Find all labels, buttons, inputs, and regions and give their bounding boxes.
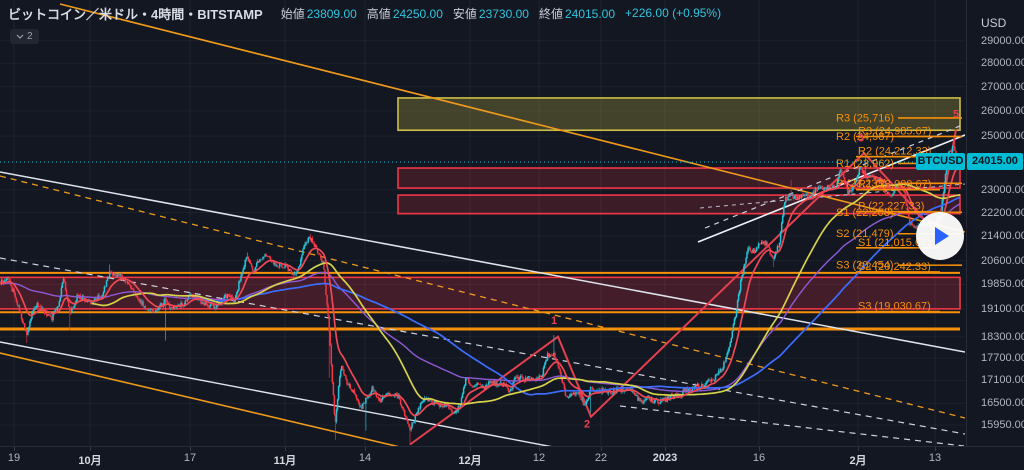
time-tick-label: 22	[595, 452, 607, 464]
wave-label-1: 1	[551, 315, 557, 327]
price-tick-label: 22200.00	[981, 207, 1024, 219]
time-tick-mark	[14, 447, 15, 451]
time-axis[interactable]: 19 10月 17 11月 14 12月 12 22 2023 16 2月 13	[0, 446, 1024, 470]
time-tick-mark	[665, 447, 666, 451]
time-tick-label: 16	[753, 452, 765, 464]
lower-white-dashed	[620, 406, 964, 446]
time-tick-label: 13	[929, 452, 941, 464]
time-tick-label: 11月	[274, 452, 297, 468]
time-tick-mark	[539, 447, 540, 451]
play-icon	[935, 227, 949, 245]
wave-label-3: 3	[858, 133, 864, 145]
time-tick-label: 2023	[653, 452, 677, 464]
low-value: 安値23730.00	[453, 5, 529, 22]
time-tick-label: 19	[8, 452, 20, 464]
wave-label-5: 5	[953, 109, 959, 121]
pivot-set-secondary-label: S2 (20,242.33)	[858, 261, 931, 273]
price-tick-label: 26000.00	[981, 105, 1024, 117]
price-tick-label: 21400.00	[981, 230, 1024, 242]
pivot-set-secondary-label: P (22,227.33)	[858, 201, 924, 213]
pivot-set-secondary-label: R1 (23,000.67)	[858, 179, 931, 191]
price-tick-label: 16500.00	[981, 397, 1024, 409]
symbol-price-label: BTCUSD	[916, 153, 965, 170]
time-tick-label: 17	[184, 452, 196, 464]
time-tick-mark	[935, 447, 936, 451]
axis-currency-label: USD	[981, 16, 1006, 30]
indicator-collapse-chip[interactable]: 2	[10, 29, 39, 44]
time-tick-mark	[190, 447, 191, 451]
indicator-count: 2	[27, 31, 33, 42]
price-tick-label: 19850.00	[981, 278, 1024, 290]
time-tick-label: 10月	[78, 452, 101, 468]
price-tick-label: 19100.00	[981, 303, 1024, 315]
grid	[0, 0, 965, 447]
price-tick-label: 17100.00	[981, 374, 1024, 386]
time-tick-mark	[601, 447, 602, 451]
price-tick-label: 17700.00	[981, 352, 1024, 364]
wave-label-2: 2	[584, 418, 590, 430]
price-tick-label: 27000.00	[981, 81, 1024, 93]
time-tick-mark	[365, 447, 366, 451]
trading-chart-window: R3 (25,716)R2 (24,987)R1 (23,962)P (23,2…	[0, 0, 1024, 470]
lower-left-orange	[0, 353, 400, 447]
price-tick-label: 29000.00	[981, 35, 1024, 47]
time-tick-mark	[858, 447, 859, 451]
time-tick-label: 12	[533, 452, 545, 464]
pivot-set-weekly-label: R3 (25,716)	[836, 112, 894, 124]
symbol-title: ビットコイン／米ドル・4時間・BITSTAMP	[8, 4, 263, 23]
price-tick-label: 15950.00	[981, 419, 1024, 431]
time-tick-mark	[90, 447, 91, 451]
time-tick-label: 2月	[849, 452, 866, 468]
pivot-set-weekly-label: R1 (23,962)	[836, 158, 894, 170]
last-price-badge: 24015.00	[967, 153, 1023, 170]
chart-legend[interactable]: ビットコイン／米ドル・4時間・BITSTAMP 始値23809.00 高値242…	[0, 0, 721, 26]
chevron-down-icon	[16, 34, 24, 39]
price-tick-label: 23000.00	[981, 184, 1024, 196]
price-chart[interactable]: R3 (25,716)R2 (24,987)R1 (23,962)P (23,2…	[0, 0, 1024, 470]
play-button[interactable]	[916, 212, 964, 260]
pivot-set-secondary-label: R3 (24,985.67)	[858, 126, 931, 138]
zones	[0, 98, 960, 309]
time-tick-label: 14	[359, 452, 371, 464]
close-value: 終値24015.00	[539, 5, 615, 22]
pivot-set-secondary-label: S3 (19,030.67)	[858, 301, 931, 313]
time-tick-mark	[470, 447, 471, 451]
open-value: 始値23809.00	[281, 5, 357, 22]
time-tick-mark	[759, 447, 760, 451]
price-tick-label: 18300.00	[981, 331, 1024, 343]
price-tick-label: 25000.00	[981, 130, 1024, 142]
time-tick-mark	[285, 447, 286, 451]
time-tick-label: 12月	[458, 452, 481, 468]
change-value: +226.00 (+0.95%)	[625, 6, 721, 20]
high-value: 高値24250.00	[367, 5, 443, 22]
price-tick-label: 20600.00	[981, 255, 1024, 267]
price-tick-label: 28000.00	[981, 57, 1024, 69]
price-axis[interactable]: USD 29000.00 28000.00 27000.00 26000.00 2500…	[966, 0, 1024, 447]
